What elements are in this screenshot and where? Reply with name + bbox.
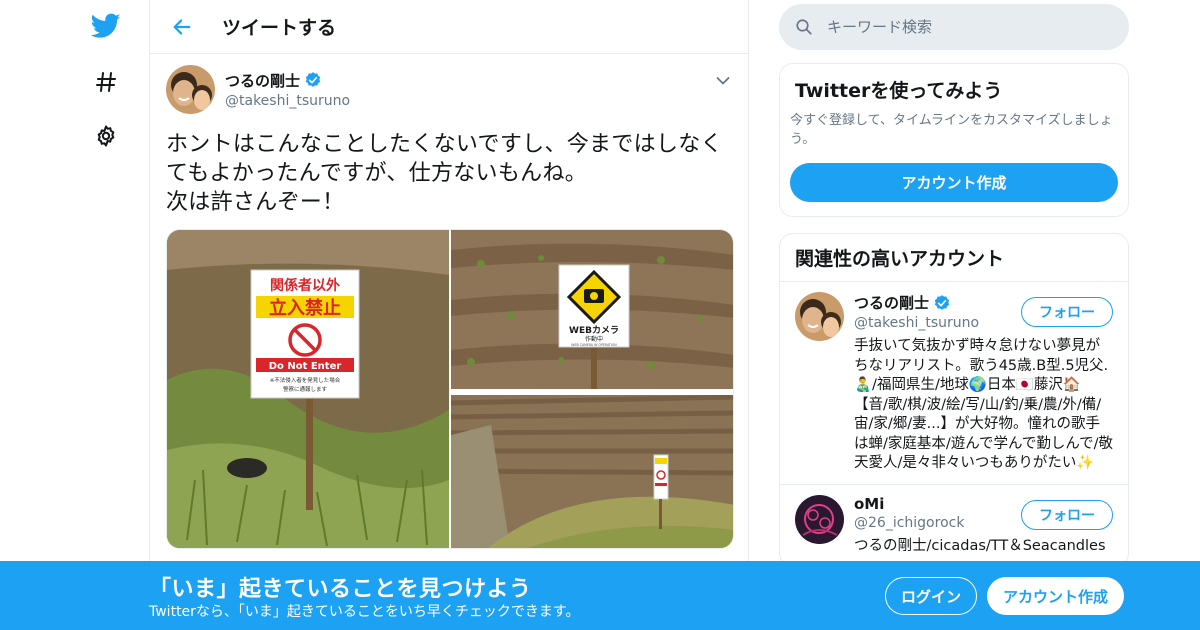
author-handle: @takeshi_tsuruno [225,92,351,109]
related-accounts-title: 関連性の高いアカウント [780,234,1128,282]
hashtag-icon[interactable] [88,64,124,100]
related-accounts-card: 関連性の高いアカウント つるの剛士 @takeshi_tsuruno 手抜いて気… [779,233,1129,567]
sign-note-1: ※不法侵入者を発見した場合 [270,376,341,384]
related-account-name: つるの剛士 [854,294,930,312]
camera-sign-line-2: 作動中 [585,335,603,343]
verified-badge-icon [305,72,321,87]
search-icon [796,19,812,35]
signup-card-title: Twitterを使ってみよう [795,80,1003,102]
sign-main-line: 立入禁止 [269,297,341,319]
related-account-avatar[interactable] [795,292,844,341]
signup-card-button[interactable]: アカウント作成 [790,163,1118,202]
tweet-author: つるの剛士 @takeshi_tsuruno [166,64,732,114]
tweet-photo-3[interactable] [450,394,733,548]
signup-card-description: 今すぐ登録して、タイムラインをカスタマイズしましょう。 [790,113,1113,147]
follow-button[interactable]: フォロー [1021,297,1113,327]
page-title: ツイートする [222,17,337,39]
signup-card: Twitterを使ってみよう 今すぐ登録して、タイムラインをカスタマイズしましょ… [779,63,1129,217]
main-header: ツイートする [150,0,748,54]
author-display-name: つるの剛士 [225,71,301,90]
related-account-bio: つるの剛士/cicadas/TT＆Seacandles [854,537,1106,554]
signup-banner: 「いま」起きていることを見つけよう Twitterなら、「いま」起きていることを… [0,561,1200,630]
related-account[interactable]: oMi @26_ichigorock つるの剛士/cicadas/TT＆Seac… [780,485,1128,567]
gear-icon[interactable] [88,118,124,154]
banner-subtitle: Twitterなら、「いま」起きていることをいち早くチェックできます。 [149,604,580,620]
twitter-logo-icon[interactable] [88,8,124,44]
author-name-row[interactable]: つるの剛士 [225,70,350,91]
related-account-bio: 手抜いて気抜かず時々怠けない夢見がちなリアリスト。歌う45歳.B型.5児父.👨‍… [854,338,1113,471]
camera-sign-line-1: WEBカメラ [569,325,619,336]
tweet-photo-1[interactable]: 関係者以外 立入禁止 Do Not Enter ※不法侵入者を発見した場合 警察… [167,230,449,548]
author-names: つるの剛士 @takeshi_tsuruno [225,70,350,109]
back-arrow-icon [173,18,191,35]
sign-english: Do Not Enter [269,361,342,372]
related-account[interactable]: つるの剛士 @takeshi_tsuruno 手抜いて気抜かず時々怠けない夢見が… [780,282,1128,485]
search-box [779,4,1129,50]
search-input[interactable] [827,18,1087,36]
twitter-page: ツイートする つるの剛士 @takeshi_tsuruno ホントはこんなことし… [0,0,1200,630]
sign-top-line: 関係者以外 [270,277,340,294]
back-button[interactable] [162,7,202,47]
author-avatar[interactable] [166,64,215,114]
related-account-avatar[interactable] [795,494,844,544]
banner-title: 「いま」起きていることを見つけよう [149,577,532,602]
tweet-text: ホントはこんなことしたくないですし、今まではしなくてもよかったんですが、仕方ない… [166,132,723,215]
left-nav [80,0,150,630]
tweet-media: 関係者以外 立入禁止 Do Not Enter ※不法侵入者を発見した場合 警察… [166,229,734,549]
verified-badge-icon [934,294,950,310]
tweet-media-right: WEBカメラ 作動中 WEB CAMERA IN OPERATION [450,230,733,548]
tweet-photo-2[interactable]: WEBカメラ 作動中 WEB CAMERA IN OPERATION [451,230,733,393]
camera-sign-line-3: WEB CAMERA IN OPERATION [571,343,617,347]
right-sidebar: Twitterを使ってみよう 今すぐ登録して、タイムラインをカスタマイズしましょ… [779,0,1129,567]
tweet: つるの剛士 @takeshi_tsuruno ホントはこんなことしたくないですし… [150,54,748,549]
signup-button[interactable]: アカウント作成 [987,577,1124,615]
login-button[interactable]: ログイン [885,577,977,615]
follow-button[interactable]: フォロー [1021,499,1113,530]
chevron-down-icon [716,77,730,85]
tweet-menu-button[interactable] [712,70,734,92]
main-column: ツイートする つるの剛士 @takeshi_tsuruno ホントはこんなことし… [149,0,749,630]
sign-note-2: 警察に通報します [283,385,328,393]
